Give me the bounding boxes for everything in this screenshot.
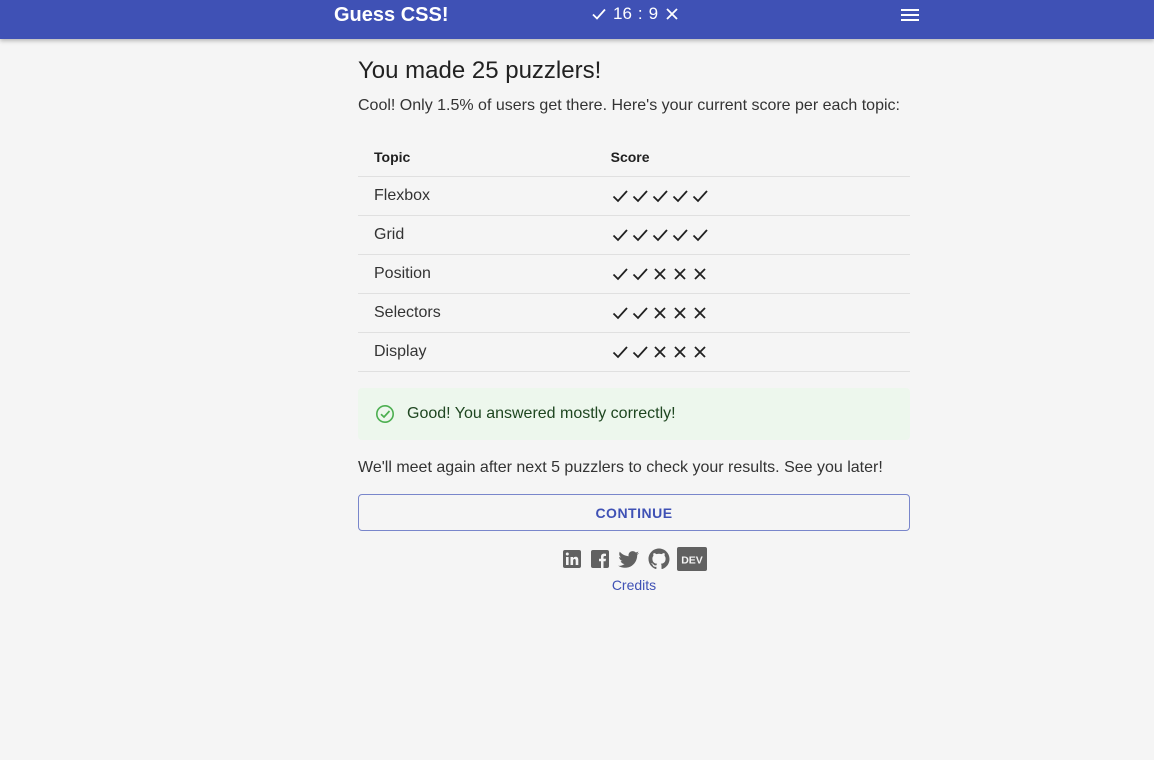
topic-cell: Grid bbox=[358, 215, 611, 255]
score-cell bbox=[610, 254, 910, 294]
check-icon bbox=[672, 190, 688, 203]
score-cell bbox=[610, 293, 910, 333]
score-cell bbox=[610, 215, 910, 255]
check-icon bbox=[612, 268, 628, 281]
twitter-link[interactable] bbox=[617, 548, 641, 570]
alert-message: Good! You answered mostly correctly! bbox=[407, 405, 676, 422]
topic-cell: Position bbox=[358, 254, 611, 294]
close-icon bbox=[664, 6, 680, 22]
wrong-count: 9 bbox=[648, 4, 659, 23]
table-row: Selectors bbox=[358, 293, 910, 333]
column-header-topic: Topic bbox=[358, 138, 611, 177]
close-icon bbox=[693, 346, 706, 358]
table-row: Flexbox bbox=[358, 176, 910, 216]
social-links: DEV bbox=[358, 547, 910, 571]
table-row: Display bbox=[358, 332, 910, 372]
close-icon bbox=[653, 346, 666, 358]
dev-icon-label: DEV bbox=[681, 555, 703, 567]
score-summary: 16 : 9 bbox=[591, 5, 680, 23]
close-icon bbox=[653, 268, 666, 280]
check-icon bbox=[672, 229, 688, 242]
correct-count: 16 bbox=[613, 4, 632, 23]
check-icon bbox=[652, 190, 668, 203]
continue-button[interactable]: CONTINUE bbox=[358, 494, 910, 531]
table-row: Position bbox=[358, 254, 910, 294]
score-table: Topic Score Flexbox Grid Position Selectors… bbox=[358, 138, 910, 372]
credits-link[interactable]: Credits bbox=[358, 577, 910, 593]
check-icon bbox=[692, 229, 708, 242]
close-icon bbox=[673, 307, 686, 319]
topic-cell: Display bbox=[358, 332, 611, 372]
menu-icon bbox=[901, 9, 919, 21]
score-cell bbox=[610, 332, 910, 372]
check-icon bbox=[612, 229, 628, 242]
check-icon bbox=[632, 268, 648, 281]
table-row: Grid bbox=[358, 215, 910, 255]
topic-cell: Selectors bbox=[358, 293, 611, 333]
twitter-icon bbox=[618, 551, 639, 568]
close-icon bbox=[693, 307, 706, 319]
close-icon bbox=[673, 268, 686, 280]
score-separator: : bbox=[637, 4, 643, 23]
app-bar: Guess CSS! 16 : 9 bbox=[0, 0, 1154, 39]
check-icon bbox=[632, 190, 648, 203]
success-alert: Good! You answered mostly correctly! bbox=[358, 388, 910, 440]
check-icon bbox=[692, 190, 708, 203]
check-icon bbox=[652, 229, 668, 242]
check-icon bbox=[612, 346, 628, 359]
close-icon bbox=[673, 346, 686, 358]
github-icon bbox=[648, 548, 670, 570]
page-title: You made 25 puzzlers! bbox=[358, 57, 602, 84]
facebook-icon bbox=[591, 550, 609, 568]
linkedin-link[interactable] bbox=[561, 548, 583, 570]
check-icon bbox=[632, 229, 648, 242]
linkedin-icon bbox=[563, 550, 581, 568]
app-title: Guess CSS! bbox=[334, 4, 449, 26]
dev-link[interactable]: DEV bbox=[677, 547, 707, 571]
check-circle-icon bbox=[376, 405, 394, 423]
close-icon bbox=[693, 268, 706, 280]
score-cell bbox=[610, 176, 910, 216]
check-icon bbox=[632, 346, 648, 359]
close-icon bbox=[653, 307, 666, 319]
dev-icon: DEV bbox=[677, 547, 707, 571]
check-icon bbox=[632, 307, 648, 320]
results-panel: You made 25 puzzlers! Cool! Only 1.5% of… bbox=[358, 56, 910, 593]
menu-button[interactable] bbox=[898, 5, 922, 25]
github-link[interactable] bbox=[647, 547, 671, 571]
outro-text: We'll meet again after next 5 puzzlers t… bbox=[358, 459, 883, 476]
check-icon bbox=[612, 307, 628, 320]
table-header-row: Topic Score bbox=[358, 138, 910, 177]
check-icon bbox=[591, 6, 607, 22]
check-icon bbox=[612, 190, 628, 203]
intro-text: Cool! Only 1.5% of users get there. Here… bbox=[358, 97, 900, 114]
facebook-link[interactable] bbox=[589, 548, 611, 570]
column-header-score: Score bbox=[610, 138, 910, 177]
topic-cell: Flexbox bbox=[358, 176, 611, 216]
